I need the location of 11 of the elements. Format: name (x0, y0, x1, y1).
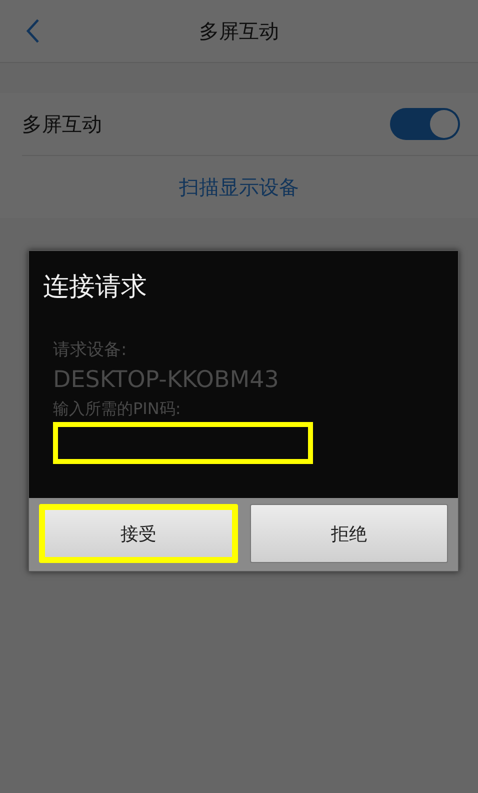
dialog-title: 连接请求 (43, 271, 147, 304)
pin-label: 输入所需的PIN码: (53, 399, 181, 420)
pin-input-field[interactable] (53, 422, 313, 464)
setting-label: 多屏互动 (22, 110, 102, 138)
requester-name: DESKTOP-KKOBM43 (53, 367, 279, 393)
accept-button[interactable]: 接受 (39, 504, 238, 563)
toggle-switch[interactable] (390, 108, 460, 140)
reject-button[interactable]: 拒绝 (250, 504, 448, 563)
back-icon[interactable] (26, 18, 40, 44)
page-title: 多屏互动 (199, 18, 279, 44)
requester-label: 请求设备: (53, 339, 127, 361)
